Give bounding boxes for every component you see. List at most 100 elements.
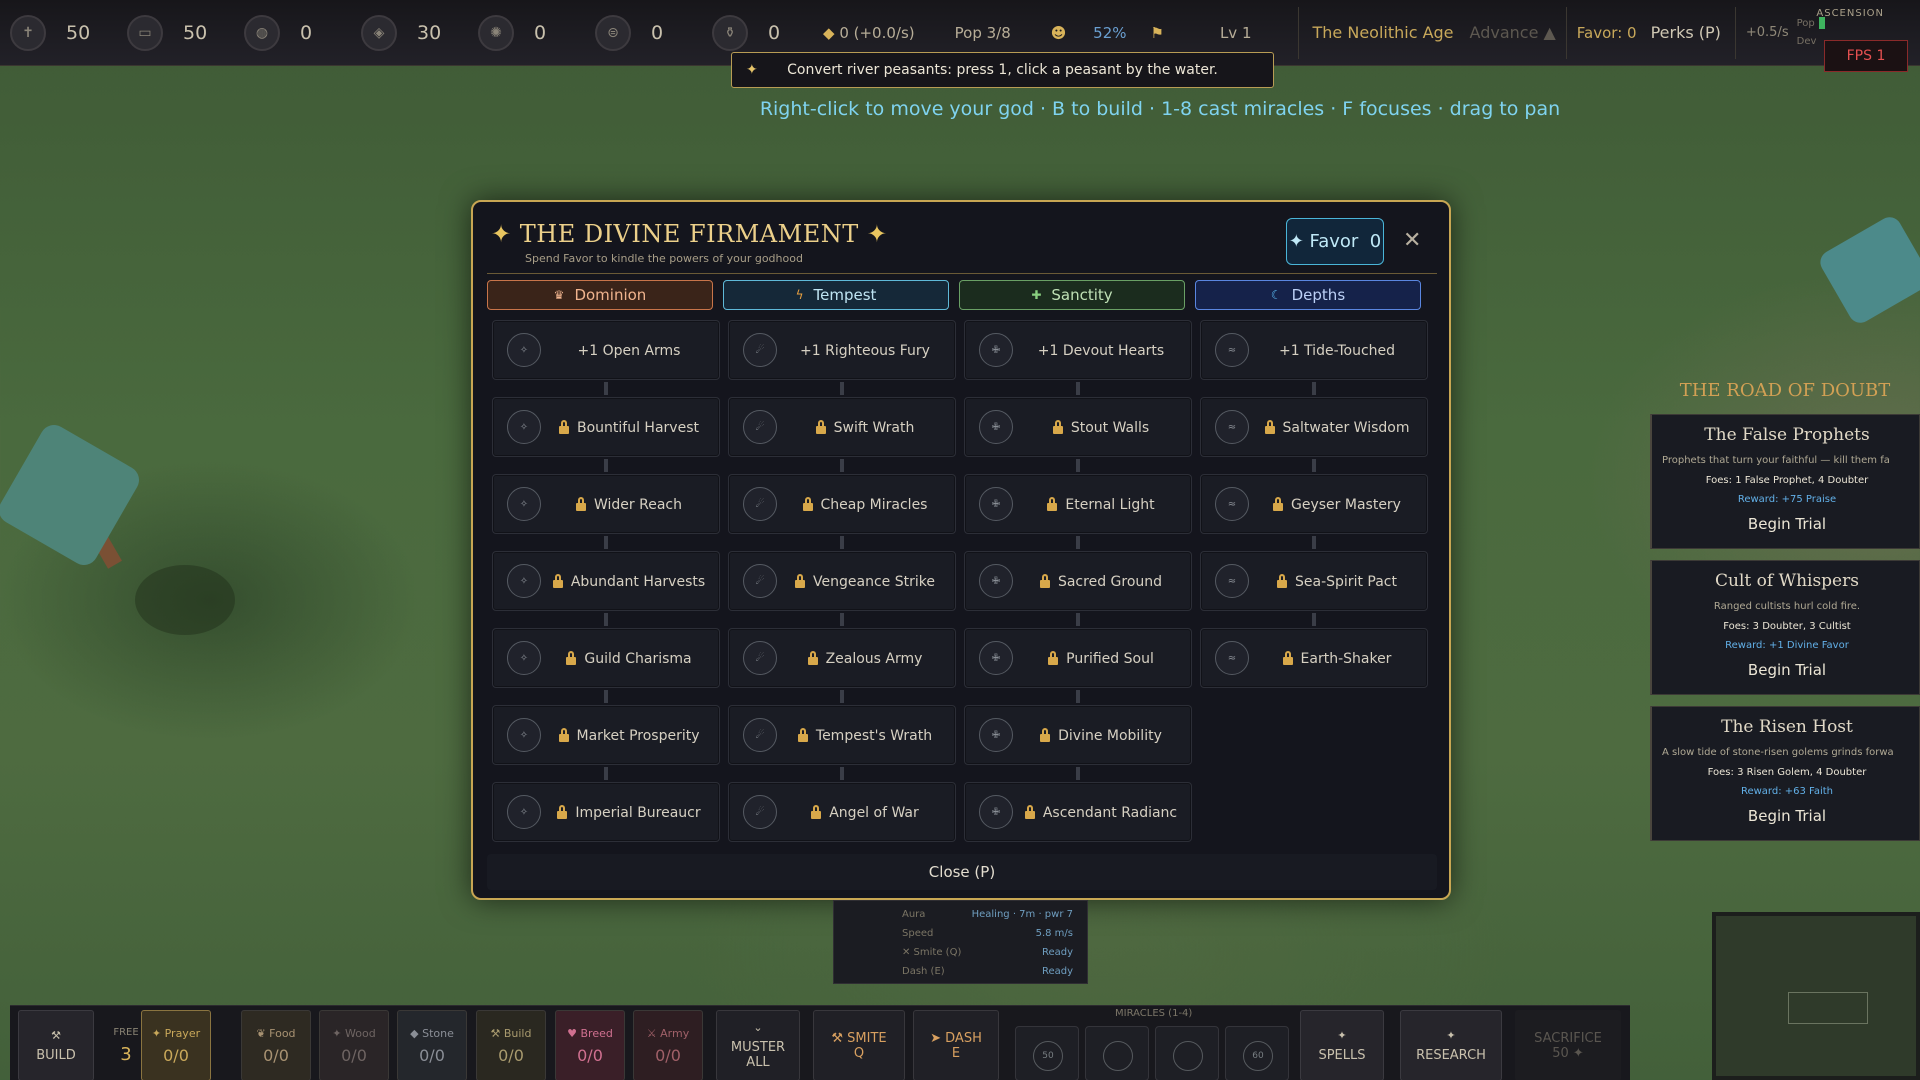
perk-card[interactable]: ✧ Guild Charisma [492,628,720,688]
perk-card[interactable]: ✙ Eternal Light [964,474,1192,534]
tree [0,419,145,571]
miracle-slot-2[interactable] [1085,1026,1149,1080]
perk-icon: ≈ [1215,333,1249,367]
tools-icon: ⊜ [595,14,631,51]
begin-trial-button[interactable]: Begin Trial [1652,515,1919,533]
advance-button[interactable]: Advance ▲ [1470,23,1556,42]
miracle-slot-1[interactable]: 50 [1015,1026,1079,1080]
perk-label: +1 Devout Hearts [1037,343,1165,359]
perks-button[interactable]: Perks (P) [1651,23,1721,42]
perk-card[interactable]: ☄ +1 Righteous Fury [728,320,956,380]
perk-icon: ☄ [743,333,777,367]
perk-card[interactable]: ✧ Abundant Harvests [492,551,720,611]
spells-button[interactable]: ✦ SPELLS [1300,1010,1384,1080]
perk-connector [1076,536,1080,549]
perk-card[interactable]: ✧ Bountiful Harvest [492,397,720,457]
perk-connector [840,767,844,780]
trial-foes: Foes: 3 Doubter, 3 Cultist [1723,621,1851,632]
job-stone[interactable]: ◆ Stone 0/0 [397,1010,467,1080]
smite-button[interactable]: ⚒ SMITE Q [813,1010,905,1080]
perk-label: Market Prosperity [545,706,713,766]
sparkle-icon: ✦ [1446,1028,1456,1042]
perk-card[interactable]: ☄ Angel of War [728,782,956,842]
tab-dominion[interactable]: ♛ Dominion [487,280,713,310]
chevron-down-icon: ⌄ [753,1021,763,1034]
trial-card: The False Prophets Prophets that turn yo… [1650,414,1920,549]
research-button[interactable]: ✦ RESEARCH [1400,1010,1502,1080]
resource-relic: ⚱ 0 [702,14,819,51]
perk-card[interactable]: ✧ Wider Reach [492,474,720,534]
perk-icon: ≈ [1215,564,1249,598]
divider [1565,6,1567,59]
perk-card[interactable]: ≈ Earth-Shaker [1200,628,1428,688]
job-food[interactable]: ❦ Food 0/0 [241,1010,311,1080]
perk-card[interactable]: ☄ Vengeance Strike [728,551,956,611]
perk-icon: ≈ [1215,410,1249,444]
wood-icon: ◍ [244,14,280,51]
dash-button[interactable]: ➤ DASH E [913,1010,999,1080]
ascension-label: ASCENSION [1816,8,1884,19]
perk-card[interactable]: ≈ Geyser Mastery [1200,474,1428,534]
perk-card[interactable]: ≈ Sea-Spirit Pact [1200,551,1428,611]
perk-label: +1 Tide-Touched [1278,343,1396,359]
sacrifice-button[interactable]: SACRIFICE 50 ✦ [1515,1010,1621,1080]
tab-sanctity[interactable]: ✚ Sanctity [959,280,1185,310]
perk-card[interactable]: ☄ Zealous Army [728,628,956,688]
sparkle-icon: ✦ [1337,1028,1347,1042]
lock-icon [1024,805,1035,819]
perk-label: Guild Charisma [545,629,713,689]
perk-card[interactable]: ≈ +1 Tide-Touched [1200,320,1428,380]
muster-all-button[interactable]: ⌄ MUSTER ALL [716,1010,800,1080]
perk-label: +1 Righteous Fury [800,343,930,359]
perk-card[interactable]: ✙ Stout Walls [964,397,1192,457]
perk-icon: ✙ [979,487,1013,521]
perk-card[interactable]: ✧ Imperial Bureaucr [492,782,720,842]
begin-trial-button[interactable]: Begin Trial [1652,807,1919,825]
perk-connector [840,690,844,703]
perk-icon: ☄ [743,718,777,752]
job-prayer[interactable]: ✦ Prayer 0/0 [141,1010,211,1080]
perk-connector [604,382,608,395]
miracle-slot-4[interactable]: 60 [1225,1026,1289,1080]
close-button[interactable]: Close (P) [487,854,1437,890]
perk-icon: ✧ [507,410,541,444]
close-icon[interactable]: ✕ [1403,228,1421,253]
happiness-icon: ☻ [1050,23,1072,42]
lock-icon [1052,420,1063,434]
perk-card[interactable]: ✧ Market Prosperity [492,705,720,765]
perk-card[interactable]: ✙ Sacred Ground [964,551,1192,611]
tab-tempest[interactable]: ϟ Tempest [723,280,949,310]
perk-card[interactable]: ✧ +1 Open Arms [492,320,720,380]
perk-card[interactable]: ☄ Cheap Miracles [728,474,956,534]
divine-firmament-modal: ✦ THE DIVINE FIRMAMENT ✦ Spend Favor to … [471,200,1451,900]
job-army[interactable]: ⚔ Army 0/0 [633,1010,703,1080]
perk-card[interactable]: ✙ Purified Soul [964,628,1192,688]
controls-hint: Right-click to move your god · B to buil… [759,98,1561,120]
job-breed[interactable]: ♥ Breed 0/0 [555,1010,625,1080]
perk-card[interactable]: ✙ Divine Mobility [964,705,1192,765]
lock-icon [559,420,569,434]
perk-card[interactable]: ☄ Swift Wrath [728,397,956,457]
perk-icon: ✙ [979,333,1013,367]
miracle-slot-3[interactable] [1155,1026,1219,1080]
command-bar: ⚒ BUILD FREE 3 ✦ Prayer 0/0 ❦ Food 0/0 ✦ Woo… [10,1005,1630,1080]
perk-icon: ≈ [1215,641,1249,675]
job-wood[interactable]: ✦ Wood 0/0 [319,1010,389,1080]
tab-depths[interactable]: ☾ Depths [1195,280,1421,310]
job-build[interactable]: ⚒ Build 0/0 [476,1010,546,1080]
lock-icon [815,420,826,434]
begin-trial-button[interactable]: Begin Trial [1652,661,1919,679]
perk-label: Saltwater Wisdom [1253,398,1421,458]
miracle-icon [1103,1041,1133,1071]
perk-card[interactable]: ✙ +1 Devout Hearts [964,320,1192,380]
perk-card[interactable]: ≈ Saltwater Wisdom [1200,397,1428,457]
perk-connector [604,536,608,549]
build-button[interactable]: ⚒ BUILD [18,1010,94,1080]
perk-card[interactable]: ☄ Tempest's Wrath [728,705,956,765]
lock-icon [807,651,818,665]
lock-icon [1264,420,1275,434]
minimap[interactable] [1712,912,1920,1080]
perk-connector [1312,613,1316,626]
perk-card[interactable]: ✙ Ascendant Radianc [964,782,1192,842]
lock-icon [1047,497,1058,511]
